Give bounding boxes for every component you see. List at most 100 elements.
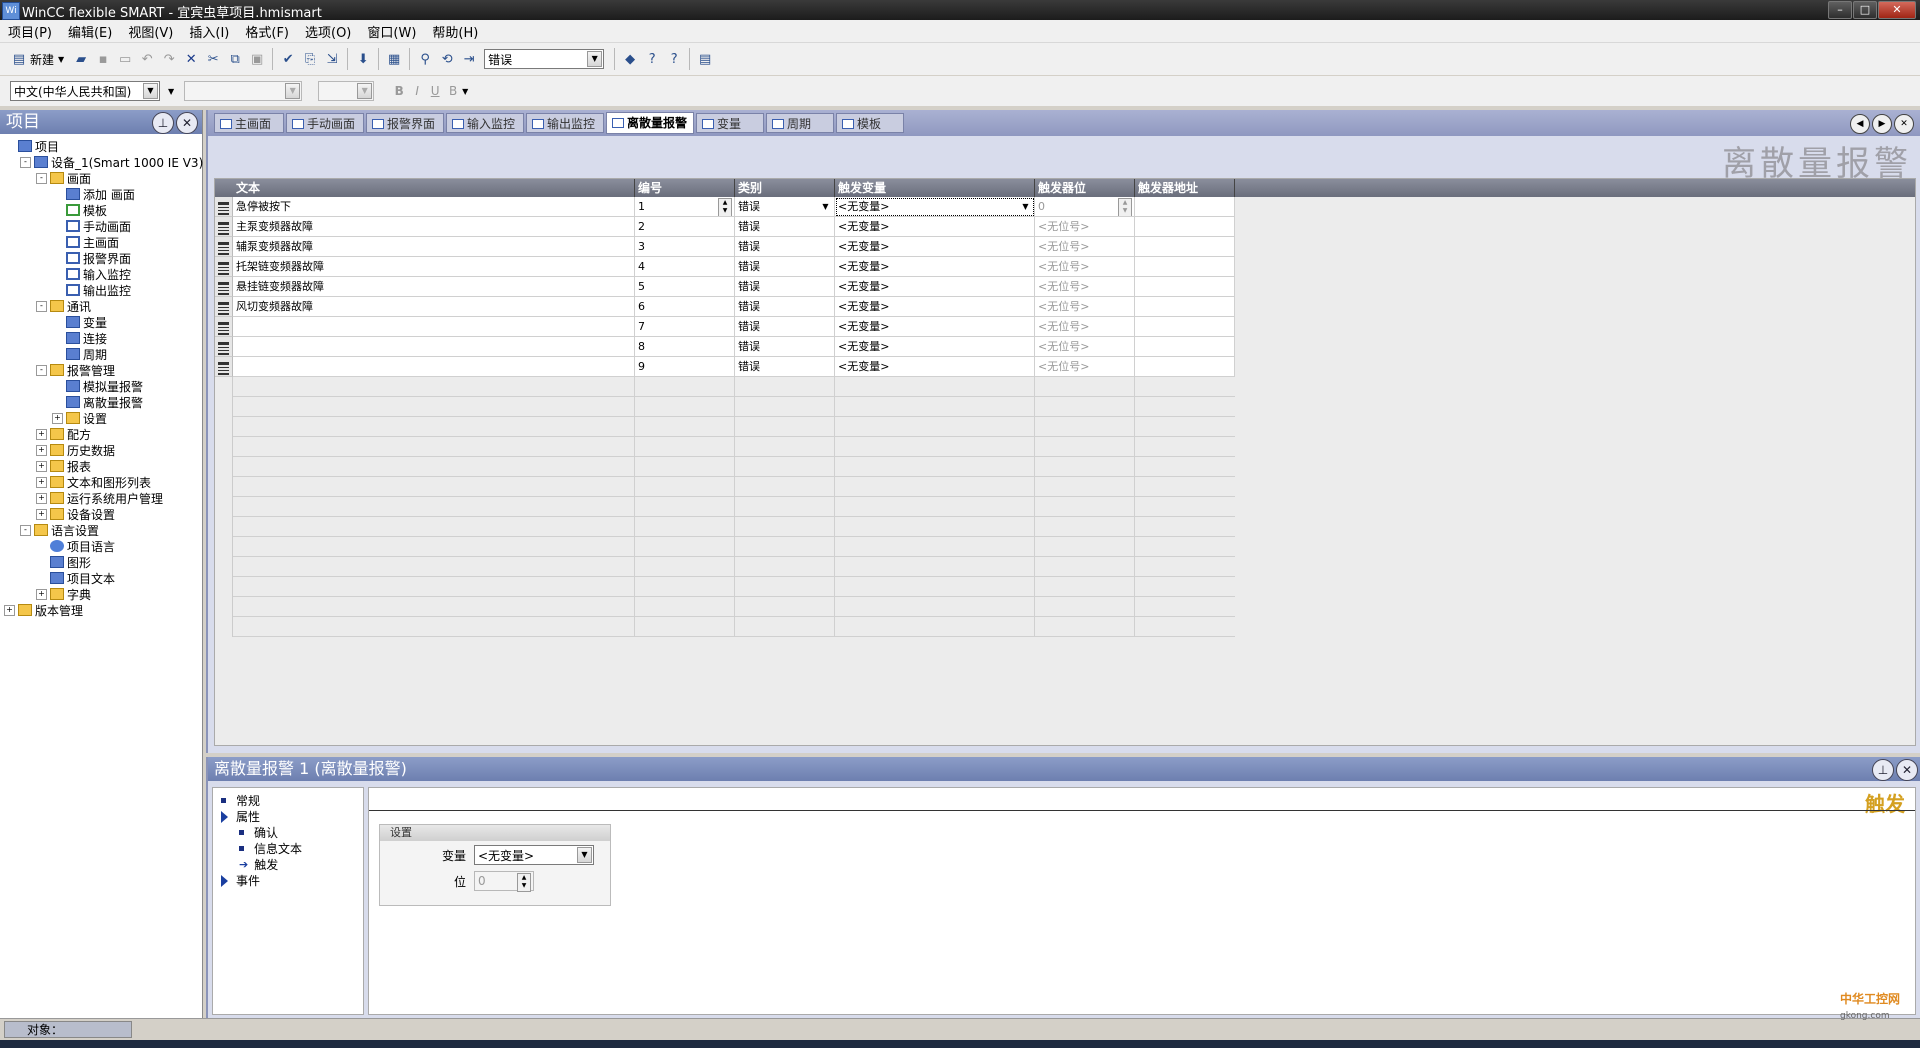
table-cell-bit[interactable]: <无位号> bbox=[1035, 357, 1135, 377]
table-cell-bit[interactable] bbox=[1035, 437, 1135, 457]
table-cell-cat[interactable] bbox=[735, 537, 835, 557]
table-cell-text[interactable] bbox=[233, 337, 635, 357]
chevron-down-icon[interactable]: ▼ bbox=[587, 51, 603, 67]
table-cell-bit[interactable]: <无位号> bbox=[1035, 297, 1135, 317]
close-icon[interactable]: ✕ bbox=[1894, 114, 1914, 134]
row-handle-icon[interactable] bbox=[215, 557, 233, 577]
category-combo[interactable]: 错误 ▼ bbox=[484, 49, 605, 69]
library-icon[interactable]: ◆ bbox=[621, 50, 639, 68]
table-cell-addr[interactable] bbox=[1135, 577, 1235, 597]
table-cell-var[interactable] bbox=[835, 617, 1035, 637]
table-cell-var[interactable] bbox=[835, 597, 1035, 617]
table-cell-num[interactable] bbox=[635, 377, 735, 397]
table-cell-num[interactable] bbox=[635, 437, 735, 457]
table-cell-var[interactable]: <无变量> bbox=[835, 237, 1035, 257]
table-cell-bit[interactable] bbox=[1035, 617, 1135, 637]
row-handle-icon[interactable] bbox=[215, 577, 233, 597]
row-handle-icon[interactable] bbox=[215, 337, 233, 357]
table-row[interactable] bbox=[215, 517, 1915, 537]
chevron-down-icon[interactable]: ▼ bbox=[1019, 199, 1032, 214]
close-icon[interactable]: ✕ bbox=[1896, 759, 1918, 781]
column-header[interactable]: 文本 bbox=[233, 179, 635, 197]
table-cell-bit[interactable]: <无位号> bbox=[1035, 257, 1135, 277]
table-cell-num[interactable] bbox=[635, 497, 735, 517]
table-cell-addr[interactable] bbox=[1135, 257, 1235, 277]
table-cell-num[interactable]: 7 bbox=[635, 317, 735, 337]
table-cell-var[interactable]: <无变量> bbox=[835, 357, 1035, 377]
tree-item[interactable]: + 历史数据 bbox=[36, 442, 115, 458]
table-cell-var[interactable]: <无变量> bbox=[835, 337, 1035, 357]
table-cell-num[interactable]: 9 bbox=[635, 357, 735, 377]
editor-tab[interactable]: 报警界面 bbox=[366, 113, 444, 133]
row-handle-icon[interactable] bbox=[215, 197, 233, 217]
menu-item[interactable]: 格式(F) bbox=[237, 22, 297, 41]
table-cell-addr[interactable] bbox=[1135, 617, 1235, 637]
menu-item[interactable]: 插入(I) bbox=[181, 22, 237, 41]
tree-item[interactable]: 模板 bbox=[52, 202, 107, 218]
table-cell-num[interactable]: 6 bbox=[635, 297, 735, 317]
table-cell-bit[interactable] bbox=[1035, 377, 1135, 397]
table-row[interactable]: 悬挂链变频器故障 5 错误 <无变量> <无位号> bbox=[215, 277, 1915, 297]
redo-icon[interactable]: ↷ bbox=[160, 50, 178, 68]
chevron-down-icon[interactable]: ▼ bbox=[143, 83, 158, 99]
table-cell-text[interactable]: 托架链变频器故障 bbox=[233, 257, 635, 277]
table-cell-cat[interactable] bbox=[735, 417, 835, 437]
table-cell-bit[interactable] bbox=[1035, 537, 1135, 557]
row-handle-icon[interactable] bbox=[215, 377, 233, 397]
underline-button[interactable]: U bbox=[426, 84, 444, 98]
table-cell-addr[interactable] bbox=[1135, 297, 1235, 317]
expand-icon[interactable]: + bbox=[36, 508, 47, 520]
undo-icon[interactable]: ↶ bbox=[138, 50, 156, 68]
table-cell-text[interactable]: 辅泵变频器故障 bbox=[233, 237, 635, 257]
table-cell-num[interactable] bbox=[635, 597, 735, 617]
goto-icon[interactable]: ⇥ bbox=[460, 50, 478, 68]
open-icon[interactable]: ▰ bbox=[72, 50, 90, 68]
properties-nav-item[interactable]: 信息文本 bbox=[239, 840, 302, 857]
properties-nav-item[interactable]: 确认 bbox=[239, 824, 278, 841]
table-cell-var[interactable] bbox=[835, 557, 1035, 577]
editor-tab[interactable]: 离散量报警 bbox=[606, 112, 694, 134]
tree-item[interactable]: + 版本管理 bbox=[4, 602, 83, 618]
check-icon[interactable]: ✔ bbox=[279, 50, 297, 68]
tree-item[interactable]: 图形 bbox=[36, 554, 91, 570]
table-row[interactable]: 9 错误 <无变量> <无位号> bbox=[215, 357, 1915, 377]
variable-combo[interactable]: <无变量> ▼ bbox=[474, 845, 594, 865]
table-cell-var[interactable]: <无变量> bbox=[835, 277, 1035, 297]
table-cell-cat[interactable]: 错误 bbox=[735, 217, 835, 237]
table-cell-num[interactable] bbox=[635, 417, 735, 437]
table-row[interactable] bbox=[215, 617, 1915, 637]
table-cell-bit[interactable]: <无位号> bbox=[1035, 337, 1135, 357]
table-cell-text[interactable]: 急停被按下 bbox=[233, 197, 635, 217]
table-cell-num[interactable]: 4 bbox=[635, 257, 735, 277]
editor-tab[interactable]: 变量 bbox=[696, 113, 764, 133]
table-cell-bit[interactable]: 0 ▲ ▼ bbox=[1035, 197, 1135, 217]
tree-item[interactable]: 报警界面 bbox=[52, 250, 131, 266]
table-cell-var[interactable] bbox=[835, 537, 1035, 557]
row-handle-icon[interactable] bbox=[215, 417, 233, 437]
chevron-down-icon[interactable]: ▼ bbox=[577, 847, 592, 863]
table-cell-cat[interactable]: 错误 bbox=[735, 237, 835, 257]
table-cell-cat[interactable] bbox=[735, 377, 835, 397]
table-cell-cat[interactable] bbox=[735, 577, 835, 597]
expand-icon[interactable]: + bbox=[36, 492, 47, 504]
table-cell-text[interactable] bbox=[233, 317, 635, 337]
table-cell-bit[interactable]: <无位号> bbox=[1035, 277, 1135, 297]
table-row[interactable] bbox=[215, 457, 1915, 477]
stepper-icon[interactable]: ▲ ▼ bbox=[1118, 198, 1132, 216]
column-header[interactable]: 触发变量 bbox=[835, 179, 1035, 197]
editor-tab[interactable]: 手动画面 bbox=[286, 113, 364, 133]
table-row[interactable] bbox=[215, 497, 1915, 517]
editor-tab[interactable]: 输出监控 bbox=[526, 113, 604, 133]
table-cell-var[interactable] bbox=[835, 477, 1035, 497]
properties-nav-item[interactable]: 事件 bbox=[221, 872, 260, 889]
table-row[interactable]: 7 错误 <无变量> <无位号> bbox=[215, 317, 1915, 337]
menu-item[interactable]: 视图(V) bbox=[120, 22, 181, 41]
stepper-icon[interactable]: ▲ ▼ bbox=[517, 873, 531, 892]
print-icon[interactable]: ▭ bbox=[116, 50, 134, 68]
tree-item[interactable]: 变量 bbox=[52, 314, 107, 330]
table-row[interactable]: 主泵变频器故障 2 错误 <无变量> <无位号> bbox=[215, 217, 1915, 237]
font-combo[interactable]: ▼ bbox=[184, 81, 303, 101]
editor-tab[interactable]: 模板 bbox=[836, 113, 904, 133]
bold-button[interactable]: B bbox=[390, 84, 408, 98]
expand-icon[interactable]: + bbox=[4, 604, 15, 616]
